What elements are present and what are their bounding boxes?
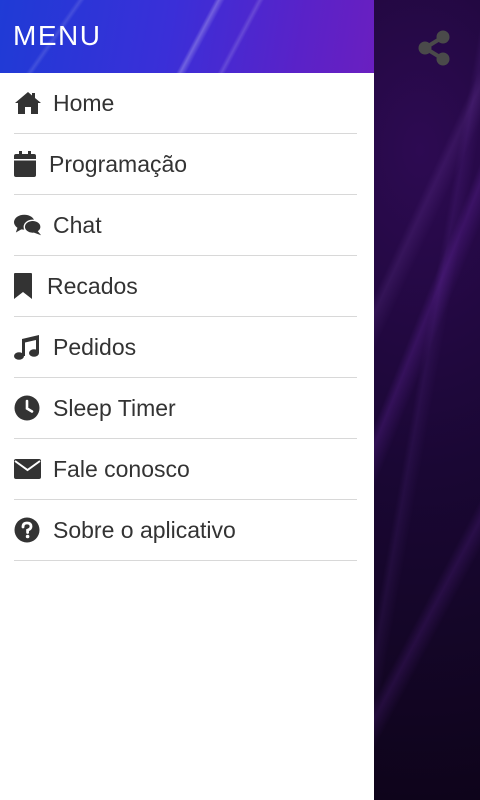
- share-icon: [418, 30, 450, 66]
- menu-item-label: Sobre o aplicativo: [53, 516, 236, 543]
- menu-item-label: Sleep Timer: [53, 394, 176, 421]
- calendar-icon: [14, 150, 38, 178]
- menu-item-pedidos[interactable]: Pedidos: [14, 317, 357, 378]
- navigation-drawer: MENU Home Programação Chat Recados Pedid…: [0, 0, 374, 800]
- menu-item-sleep-timer[interactable]: Sleep Timer: [14, 378, 357, 439]
- clock-icon: [14, 394, 42, 422]
- drawer-title: MENU: [13, 20, 102, 51]
- menu-list: Home Programação Chat Recados Pedidos Sl…: [0, 73, 374, 561]
- menu-item-fale-conosco[interactable]: Fale conosco: [14, 439, 357, 500]
- menu-item-label: Fale conosco: [53, 455, 190, 482]
- menu-item-recados[interactable]: Recados: [14, 256, 357, 317]
- menu-item-label: Programação: [49, 150, 188, 177]
- menu-item-label: Pedidos: [53, 333, 137, 360]
- menu-item-sobre[interactable]: Sobre o aplicativo: [14, 500, 357, 561]
- home-icon: [14, 89, 42, 117]
- envelope-icon: [14, 455, 42, 483]
- menu-item-label: Chat: [53, 211, 102, 238]
- music-note-icon: [14, 333, 42, 361]
- menu-item-chat[interactable]: Chat: [14, 195, 357, 256]
- menu-item-home[interactable]: Home: [14, 73, 357, 134]
- question-circle-icon: [14, 516, 42, 544]
- drawer-header: MENU: [0, 0, 374, 73]
- chat-icon: [14, 211, 42, 239]
- menu-item-programacao[interactable]: Programação: [14, 134, 357, 195]
- menu-item-label: Home: [53, 89, 115, 116]
- menu-item-label: Recados: [47, 272, 138, 299]
- bookmark-icon: [14, 272, 36, 300]
- share-button[interactable]: [412, 26, 456, 70]
